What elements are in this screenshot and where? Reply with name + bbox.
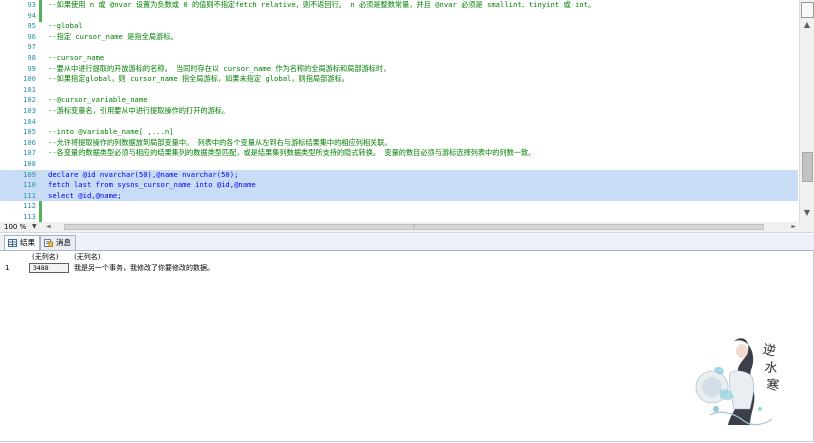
svg-text:水: 水 [763,360,778,377]
line-number: 98 [27,52,36,62]
horizontal-scroll-thumb[interactable]: ⁞ [64,224,764,230]
table-row[interactable]: 1 3488 我是另一个事务，我修改了你要修改的数据。 [0,263,240,274]
tab-messages-label: 消息 [56,238,71,247]
line-number: 103 [23,105,36,115]
line-number: 113 [23,211,36,221]
tab-results[interactable]: 结果 [4,235,40,250]
sql-comment: --指定 cursor_name 是指全局游标。 [48,31,178,41]
sql-comment: --游标变量名，引用要从中进行提取操作的打开的游标。 [48,105,230,115]
scroll-down-icon[interactable]: ▼ [802,208,812,218]
code-line[interactable]: 107 --各变量的数据类型必须与相应的结果集列的数据类型匹配，或是结果集列数据类… [0,148,798,159]
horizontal-scrollbar[interactable]: ◄ ⁞ ► [44,223,798,231]
message-icon [44,239,53,247]
code-line[interactable]: 101 [0,85,798,96]
code-line[interactable]: 108 [0,159,798,170]
code-lines: 93 --如果使用 n 或 @nvar 设置为负数或 0 的值则不指定fetch … [0,0,798,222]
code-line[interactable]: 103 --游标变量名，引用要从中进行提取操作的打开的游标。 [0,106,798,117]
line-number: 93 [27,0,36,9]
zoom-level[interactable]: 100 % [4,222,26,232]
code-line[interactable]: 97 [0,42,798,53]
line-number: 100 [23,74,36,84]
code-line[interactable]: 95 --global [0,21,798,32]
line-number: 108 [23,158,36,168]
code-line[interactable]: 113 [0,211,798,222]
code-line[interactable]: 112 [0,201,798,212]
sql-comment: --如果指定global，则 cursor_name 指全局游标，如果未指定 g… [48,74,349,84]
sql-comment: --要从中进行提取的开放游标的名称。 当同时存在以 cursor_name 作为… [48,63,391,73]
code-line[interactable]: 111 select @id,@name; [0,190,798,202]
code-line[interactable]: 109 declare @id nvarchar(50),@name nvarch… [0,169,798,181]
line-number: 97 [27,42,36,52]
line-number: 102 [23,95,36,105]
code-line[interactable]: 96 --指定 cursor_name 是指全局游标。 [0,32,798,43]
results-tab-strip: 结果 消息 [0,234,814,250]
line-number: 109 [23,169,36,179]
table-cell[interactable]: 3488 [29,263,69,273]
line-number: 94 [27,10,36,20]
svg-text:寒: 寒 [766,377,780,394]
sql-statement: select @id,@name; [48,190,122,200]
sql-comment: --各变量的数据类型必须与相应的结果集列的数据类型匹配，或是结果集列数据类型所支… [48,148,536,158]
chevron-down-icon[interactable]: ▼ [32,223,37,231]
code-line[interactable]: 93 --如果使用 n 或 @nvar 设置为负数或 0 的值则不指定fetch … [0,0,798,11]
scroll-thumb[interactable] [802,152,813,182]
results-grid[interactable]: (无列名) (无列名) 1 3488 我是另一个事务，我修改了你要修改的数据。 … [0,250,814,443]
code-line[interactable]: 99 --要从中进行提取的开放游标的名称。 当同时存在以 cursor_name … [0,64,798,75]
editor-bottom-bar: 100 % ▼ ◄ ⁞ ► [0,222,814,233]
code-line[interactable]: 104 [0,117,798,128]
sql-statement: fetch last from sysns_cursor_name into @… [48,180,256,190]
line-number: 106 [23,137,36,147]
split-handle[interactable] [801,2,814,18]
line-number: 105 [23,127,36,137]
code-line[interactable]: 102 --@cursor_variable_name [0,95,798,106]
grid-icon [8,239,17,247]
line-number: 112 [23,201,36,211]
decorative-figure-image: 逆 水 寒 [695,338,780,426]
line-number: 110 [23,180,36,190]
tab-results-label: 结果 [20,238,35,247]
line-number: 99 [27,63,36,73]
sql-comment: --into @variable_name[ ,...n] [48,127,174,137]
table-cell[interactable]: 我是另一个事务，我修改了你要修改的数据。 [74,263,214,274]
scroll-up-icon[interactable]: ▲ [802,20,812,30]
scroll-left-icon[interactable]: ◄ [46,223,51,231]
code-line[interactable]: 98 --cursor_name [0,53,798,64]
code-line[interactable]: 94 [0,11,798,22]
sql-comment: --允许将提取操作的列数据放到局部变量中。 列表中的各个变量从左到右与游标结果集… [48,137,392,147]
scroll-right-icon[interactable]: ► [791,223,796,231]
line-number: 101 [23,84,36,94]
sql-comment: --@cursor_variable_name [48,95,148,105]
tab-messages[interactable]: 消息 [40,235,76,250]
row-number[interactable]: 1 [5,263,9,274]
sql-statement: declare @id nvarchar(50),@name nvarchar(… [48,169,239,179]
svg-text:逆: 逆 [761,341,777,359]
sql-comment: --如果使用 n 或 @nvar 设置为负数或 0 的值则不指定fetch re… [48,0,596,9]
code-line[interactable]: 100 --如果指定global，则 cursor_name 指全局游标，如果未指… [0,74,798,85]
column-header[interactable]: (无列名) [74,252,100,262]
sql-comment: --global [48,21,83,31]
line-number: 95 [27,21,36,31]
code-line[interactable]: 105 --into @variable_name[ ,...n] [0,127,798,138]
code-line[interactable]: 106 --允许将提取操作的列数据放到局部变量中。 列表中的各个变量从左到右与游标… [0,138,798,149]
line-number: 111 [23,190,36,200]
line-number: 96 [27,31,36,41]
line-number: 107 [23,148,36,158]
vertical-scrollbar[interactable]: ▲ ▼ [799,0,814,222]
query-editor[interactable]: 93 --如果使用 n 或 @nvar 设置为负数或 0 的值则不指定fetch … [0,0,814,223]
code-line[interactable]: 110 fetch last from sysns_cursor_name int… [0,180,798,191]
line-number: 104 [23,116,36,126]
sql-comment: --cursor_name [48,52,105,62]
column-header[interactable]: (无列名) [32,252,58,262]
